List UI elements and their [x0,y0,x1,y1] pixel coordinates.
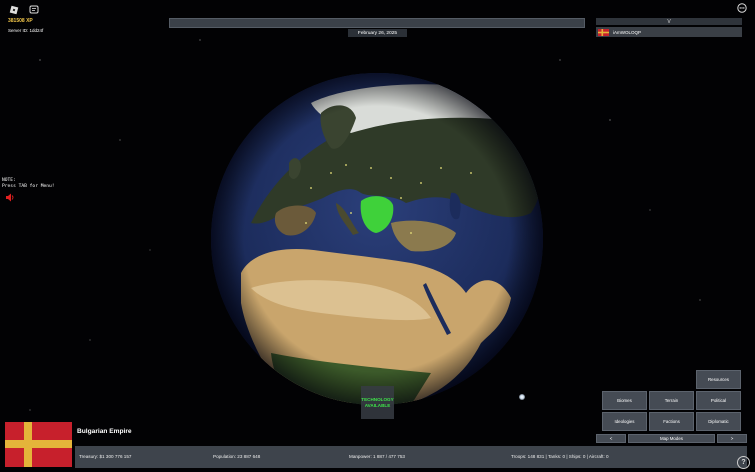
map-mode-ideologies-button[interactable]: Ideologies [602,412,647,431]
manpower-stat: Manpower: 1 887 / 477 753 [349,454,405,459]
xp-counter: 381508 XP [8,18,33,24]
timeline-bar [169,18,585,28]
help-button[interactable]: ? [737,456,750,469]
population-stat: Population: 23 887 648 [213,454,261,459]
note-body: Press TAB for Menu! [2,183,55,189]
map-mode-label: Map Modes [628,434,715,443]
map-mode-resources-button[interactable]: Resources [696,370,741,389]
player-row[interactable]: iAmWOLOQP [596,27,742,37]
menu-settings-icon[interactable] [737,3,747,13]
military-stat: Troops: 148 831 | Tanks: 0 | Ships: 0 | … [511,454,609,459]
stats-bar: Treasury: $1 300 776 157 Population: 23 … [75,446,747,468]
treasury-stat: Treasury: $1 300 776 157 [79,454,132,459]
map-mode-next-button[interactable]: > [717,434,747,443]
country-flag[interactable] [5,422,72,467]
top-left-icons [8,4,40,16]
world-globe[interactable] [211,73,543,405]
tech-line-2: AVAILABLE [364,402,391,408]
player-list: V iAmWOLOQP [596,18,742,37]
country-name: Bulgarian Empire [77,428,132,435]
map-mode-political-button[interactable]: Political [696,391,741,410]
player-flag-icon [598,28,609,36]
roblox-logo-icon[interactable] [8,4,20,16]
player-list-toggle[interactable]: V [596,18,742,25]
map-mode-biomes-button[interactable]: Biomes [602,391,647,410]
sound-toggle-icon[interactable] [5,193,15,202]
player-name: iAmWOLOQP [613,29,642,35]
map-mode-diplomatic-button[interactable]: Diplomatic [696,412,741,431]
note-text: NOTE: Press TAB for Menu! [2,178,55,189]
map-mode-terrain-button[interactable]: Terrain [649,391,694,410]
server-id: Server ID: 1dd24f [8,28,44,33]
chat-icon[interactable] [28,4,40,16]
map-mode-prev-button[interactable]: < [596,434,626,443]
current-date: February 26, 2025 [348,29,407,37]
technology-available-button[interactable]: TECHNOLOGY AVAILABLE [361,386,394,419]
map-mode-factions-button[interactable]: Factions [649,412,694,431]
